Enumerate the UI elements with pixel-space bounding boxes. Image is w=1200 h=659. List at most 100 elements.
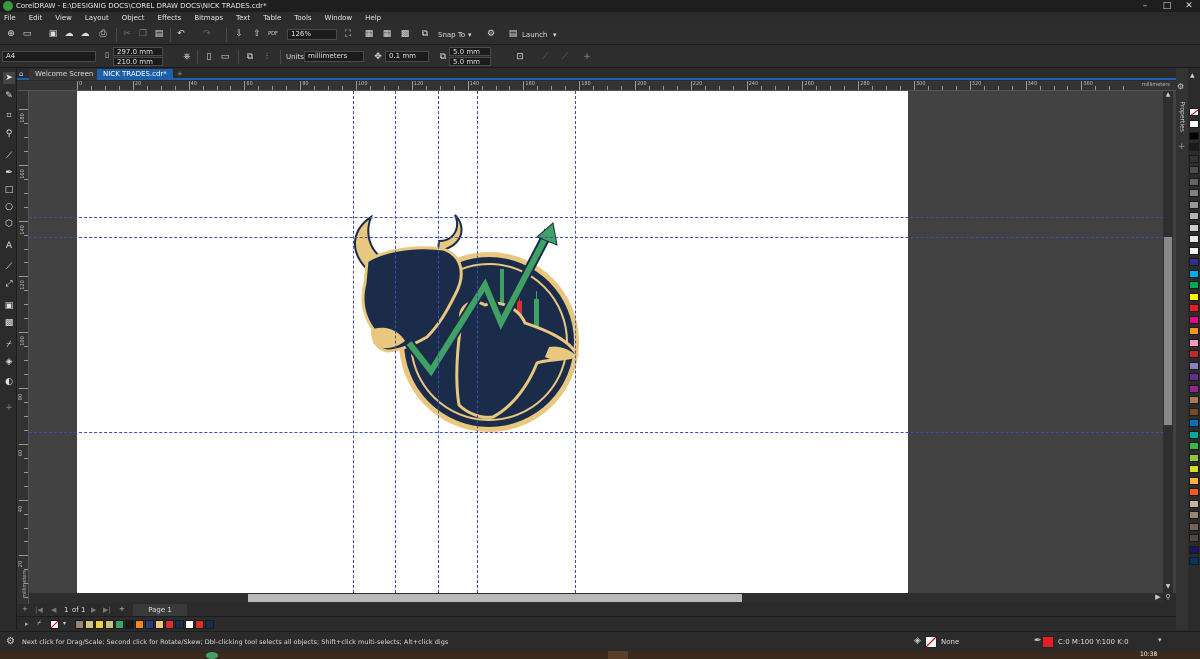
document-color-swatch[interactable]: [105, 620, 114, 629]
color-swatch[interactable]: [1189, 396, 1199, 404]
horizontal-guideline[interactable]: [29, 432, 1164, 433]
zoom-navigator-icon[interactable]: ⚲: [1163, 593, 1173, 603]
menu-table[interactable]: Table: [263, 14, 281, 22]
close-button[interactable]: ✕: [1178, 1, 1200, 11]
document-color-swatch[interactable]: [185, 620, 194, 629]
horizontal-guideline[interactable]: [29, 237, 1164, 238]
full-screen-preview-icon[interactable]: ⛶: [341, 27, 355, 41]
menu-edit[interactable]: Edit: [29, 14, 43, 22]
parallel-dimension-icon[interactable]: ⟋: [3, 261, 15, 273]
color-swatch[interactable]: [1189, 499, 1199, 508]
home-icon[interactable]: ⌂: [17, 69, 29, 80]
palette-scroll-up-icon[interactable]: ▲: [1190, 72, 1195, 79]
no-color-swatch[interactable]: [50, 620, 59, 629]
color-swatch[interactable]: [1189, 465, 1199, 473]
document-color-swatch[interactable]: [85, 620, 94, 629]
duplicate-y-field[interactable]: 5.0 mm: [449, 57, 491, 66]
outline-swatch[interactable]: [1042, 636, 1054, 648]
save-icon[interactable]: ▣: [46, 27, 60, 41]
horizontal-guideline[interactable]: [29, 217, 1164, 218]
menu-layout[interactable]: Layout: [85, 14, 109, 22]
menu-help[interactable]: Help: [365, 14, 381, 22]
scroll-up-icon[interactable]: ▲: [1163, 91, 1173, 99]
document-color-swatch[interactable]: [195, 620, 204, 629]
color-swatch[interactable]: [1189, 120, 1199, 128]
color-swatch[interactable]: [1189, 522, 1199, 531]
color-swatch[interactable]: [1189, 557, 1199, 565]
color-swatch[interactable]: [1189, 315, 1199, 324]
options-gear-icon[interactable]: ⚙: [484, 27, 498, 41]
all-pages-layout-icon[interactable]: ⧉: [243, 50, 257, 64]
document-color-swatch[interactable]: [165, 620, 174, 629]
vertical-scrollbar[interactable]: ▲ ▼: [1163, 91, 1173, 593]
color-swatch[interactable]: [1189, 327, 1199, 335]
paste-icon[interactable]: ▤: [152, 27, 166, 41]
show-rulers-icon[interactable]: ▦: [362, 27, 376, 41]
fill-swatch[interactable]: [925, 636, 937, 648]
document-color-swatch[interactable]: [205, 620, 214, 629]
snap-settings-icon[interactable]: ⟋: [538, 50, 552, 64]
color-swatch[interactable]: [1189, 200, 1199, 209]
new-tab-icon[interactable]: +: [171, 69, 189, 80]
menu-effects[interactable]: Effects: [158, 14, 182, 22]
menu-window[interactable]: Window: [325, 14, 353, 22]
connector-tool-icon[interactable]: ⤢: [3, 278, 15, 290]
taskbar-active-app[interactable]: [608, 651, 628, 659]
color-swatch[interactable]: [1189, 545, 1199, 554]
transparency-tool-icon[interactable]: ▩: [3, 317, 15, 329]
scroll-down-icon[interactable]: ▼: [1163, 583, 1173, 591]
chevron-down-icon[interactable]: ▾: [63, 620, 66, 627]
add-tool-icon[interactable]: +: [3, 402, 15, 414]
color-swatch[interactable]: [1189, 281, 1199, 289]
eyedropper-icon[interactable]: ⌿: [37, 619, 41, 628]
first-page-icon[interactable]: |◀: [35, 606, 43, 614]
vertical-guideline[interactable]: [353, 91, 354, 593]
color-swatch[interactable]: [1189, 258, 1199, 266]
color-swatch[interactable]: [1189, 534, 1199, 542]
color-swatch[interactable]: [1189, 350, 1199, 358]
landscape-icon[interactable]: ▭: [218, 50, 232, 64]
pdf-export-icon[interactable]: PDF: [266, 27, 280, 41]
open-icon[interactable]: ▭: [20, 27, 34, 41]
vertical-guideline[interactable]: [395, 91, 396, 593]
shape-tool-icon[interactable]: ✎: [3, 90, 15, 102]
crop-tool-icon[interactable]: ⌗: [3, 110, 15, 122]
show-grid-icon[interactable]: ▦: [380, 27, 394, 41]
menu-object[interactable]: Object: [122, 14, 145, 22]
import-icon[interactable]: ⇩: [232, 27, 246, 41]
launch-dropdown[interactable]: Launch: [522, 31, 547, 39]
add-page-before-icon[interactable]: +: [22, 605, 28, 613]
document-color-swatch[interactable]: [145, 620, 154, 629]
page-canvas[interactable]: [77, 91, 908, 593]
page-height-field[interactable]: 210.0 mm: [113, 57, 163, 66]
new-document-icon[interactable]: ⊕: [4, 27, 18, 41]
scroll-right-icon[interactable]: ▶: [1153, 593, 1163, 603]
all-pages-icon[interactable]: ⎈: [180, 50, 194, 64]
polygon-tool-icon[interactable]: ⬡: [3, 218, 15, 230]
last-page-icon[interactable]: ▶|: [103, 606, 111, 614]
menu-view[interactable]: View: [55, 14, 72, 22]
color-swatch[interactable]: [1189, 476, 1199, 485]
rectangle-tool-icon[interactable]: □: [3, 184, 15, 196]
document-color-swatch[interactable]: [125, 620, 134, 629]
menu-bitmaps[interactable]: Bitmaps: [194, 14, 223, 22]
color-swatch[interactable]: [1189, 407, 1199, 416]
color-swatch[interactable]: [1189, 304, 1199, 312]
color-swatch[interactable]: [1189, 189, 1199, 197]
color-swatch[interactable]: [1189, 373, 1199, 381]
maximize-button[interactable]: □: [1156, 1, 1178, 11]
document-color-swatch[interactable]: [95, 620, 104, 629]
vertical-guideline[interactable]: [438, 91, 439, 593]
redo-icon[interactable]: ↷: [200, 27, 214, 41]
minimize-button[interactable]: –: [1134, 1, 1156, 11]
color-swatch[interactable]: [1189, 246, 1199, 255]
next-page-icon[interactable]: ▶: [91, 606, 96, 614]
snap-to-dropdown[interactable]: Snap To: [438, 31, 465, 39]
color-swatch[interactable]: [1189, 488, 1199, 496]
artistic-media-icon[interactable]: ✒: [3, 167, 15, 179]
color-swatch[interactable]: [1189, 511, 1199, 519]
dynamic-guides-icon[interactable]: ⟋: [558, 50, 572, 64]
cut-icon[interactable]: ✂: [120, 27, 134, 41]
add-docker-icon[interactable]: +: [1178, 142, 1186, 152]
tab-nick-trades[interactable]: NICK TRADES.cdr*: [97, 69, 173, 80]
